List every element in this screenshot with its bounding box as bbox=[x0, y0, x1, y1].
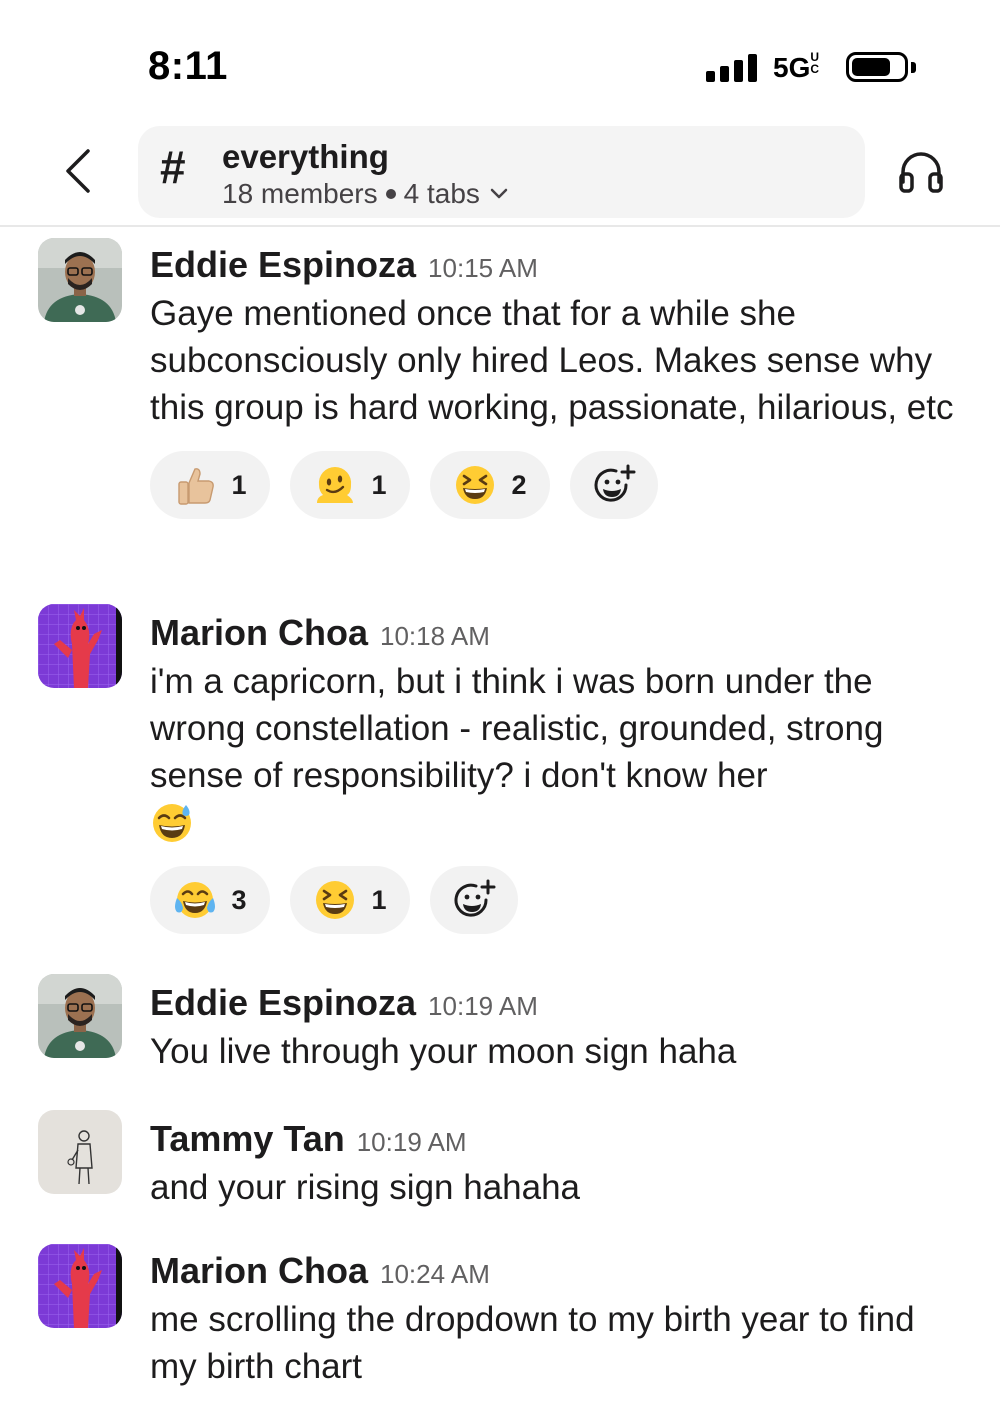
reaction-squinting-grin[interactable]: 2 bbox=[430, 451, 550, 519]
reaction-thumbs-up[interactable]: 1 bbox=[150, 451, 270, 519]
sender-name[interactable]: Eddie Espinoza bbox=[150, 982, 416, 1024]
melting-face-icon bbox=[317, 466, 354, 503]
message-text: and your rising sign hahaha bbox=[150, 1168, 581, 1207]
reaction-count: 1 bbox=[231, 469, 247, 500]
reaction-count: 1 bbox=[371, 469, 387, 500]
inflatable-tube-man-avatar bbox=[38, 604, 122, 688]
add-reaction-icon bbox=[594, 464, 636, 502]
add-reaction-button[interactable] bbox=[570, 451, 658, 519]
network-label: 5GUC bbox=[773, 51, 824, 84]
avatar[interactable] bbox=[38, 238, 122, 322]
sender-name[interactable]: Marion Choa bbox=[150, 612, 368, 654]
sketch-figure-avatar bbox=[38, 1110, 122, 1194]
grinning-sweat-icon bbox=[153, 803, 191, 842]
status-time: 8:11 bbox=[148, 44, 228, 88]
message: Eddie Espinoza 10:19 AM You live through… bbox=[0, 974, 1000, 1075]
avatar[interactable] bbox=[38, 1110, 122, 1194]
reaction-count: 3 bbox=[231, 884, 247, 915]
avatar[interactable] bbox=[38, 974, 122, 1058]
message-header: Marion Choa 10:24 AM bbox=[150, 1242, 970, 1296]
message: Marion Choa 10:24 AM me scrolling the dr… bbox=[0, 1242, 1000, 1390]
reaction-squinting-grin[interactable]: 1 bbox=[290, 866, 410, 934]
man-with-glasses-avatar bbox=[38, 238, 122, 322]
message-header: Marion Choa 10:18 AM bbox=[150, 604, 970, 658]
battery-cap bbox=[911, 62, 916, 73]
message-text: me scrolling the dropdown to my birth ye… bbox=[150, 1300, 915, 1386]
channel-header: # everything 18 members 4 tabs bbox=[0, 120, 1000, 227]
reaction-melting-face[interactable]: 1 bbox=[290, 451, 410, 519]
reaction-count: 1 bbox=[371, 884, 387, 915]
tab-count: 4 tabs bbox=[403, 178, 480, 209]
message-header: Tammy Tan 10:19 AM bbox=[150, 1110, 970, 1164]
channel-hash-icon: # bbox=[160, 141, 186, 193]
reaction-tears-of-joy[interactable]: 3 bbox=[150, 866, 270, 934]
sender-name[interactable]: Marion Choa bbox=[150, 1250, 368, 1292]
network-subtype: UC bbox=[810, 50, 820, 76]
message-header: Eddie Espinoza 10:15 AM bbox=[150, 236, 970, 290]
chevron-left-icon bbox=[66, 149, 90, 193]
sender-name[interactable]: Tammy Tan bbox=[150, 1118, 345, 1160]
network-type: 5G bbox=[773, 52, 811, 83]
message: Eddie Espinoza 10:15 AM Gaye mentioned o… bbox=[0, 236, 1000, 519]
add-reaction-icon bbox=[454, 879, 496, 917]
signal-icon bbox=[706, 54, 758, 82]
huddle-button[interactable] bbox=[898, 146, 944, 196]
member-count: 18 members bbox=[222, 178, 378, 209]
message: Tammy Tan 10:19 AM and your rising sign … bbox=[0, 1110, 1000, 1211]
channel-name: everything bbox=[222, 138, 389, 175]
timestamp: 10:19 AM bbox=[428, 991, 538, 1021]
squinting-grin-icon bbox=[456, 466, 495, 504]
timestamp: 10:19 AM bbox=[356, 1127, 467, 1157]
message-text: You live through your moon sign haha bbox=[150, 1032, 737, 1071]
channel-info-button[interactable]: # everything 18 members 4 tabs bbox=[138, 126, 865, 218]
message-text-content: i'm a capricorn, but i think i was born … bbox=[150, 662, 884, 795]
timestamp: 10:15 AM bbox=[428, 253, 538, 283]
message-text: i'm a capricorn, but i think i was born … bbox=[150, 658, 970, 846]
tears-of-joy-icon bbox=[175, 882, 216, 918]
message: Marion Choa 10:18 AM i'm a capricorn, bu… bbox=[0, 604, 1000, 934]
channel-meta: 18 members 4 tabs bbox=[222, 178, 508, 210]
timestamp: 10:18 AM bbox=[380, 621, 490, 651]
timestamp: 10:24 AM bbox=[380, 1259, 490, 1289]
message-header: Eddie Espinoza 10:19 AM bbox=[150, 974, 970, 1028]
avatar[interactable] bbox=[38, 1244, 122, 1328]
message-text: Gaye mentioned once that for a while she… bbox=[150, 294, 954, 427]
reactions-row: 1 1 2 bbox=[150, 451, 970, 519]
thumbs-up-icon bbox=[178, 468, 215, 505]
squinting-grin-icon bbox=[316, 881, 355, 919]
battery-icon bbox=[846, 52, 908, 82]
sender-name[interactable]: Eddie Espinoza bbox=[150, 244, 416, 286]
reactions-row: 3 1 bbox=[150, 866, 970, 934]
reaction-count: 2 bbox=[511, 469, 527, 500]
status-bar: 8:11 5GUC bbox=[0, 0, 1000, 120]
inflatable-tube-man-avatar bbox=[38, 1244, 122, 1328]
add-reaction-button[interactable] bbox=[430, 866, 518, 934]
back-button[interactable] bbox=[56, 146, 100, 196]
man-with-glasses-avatar bbox=[38, 974, 122, 1058]
separator-dot bbox=[385, 189, 396, 199]
avatar[interactable] bbox=[38, 604, 122, 688]
headphones-icon bbox=[899, 152, 943, 193]
chevron-down-icon bbox=[490, 188, 508, 199]
